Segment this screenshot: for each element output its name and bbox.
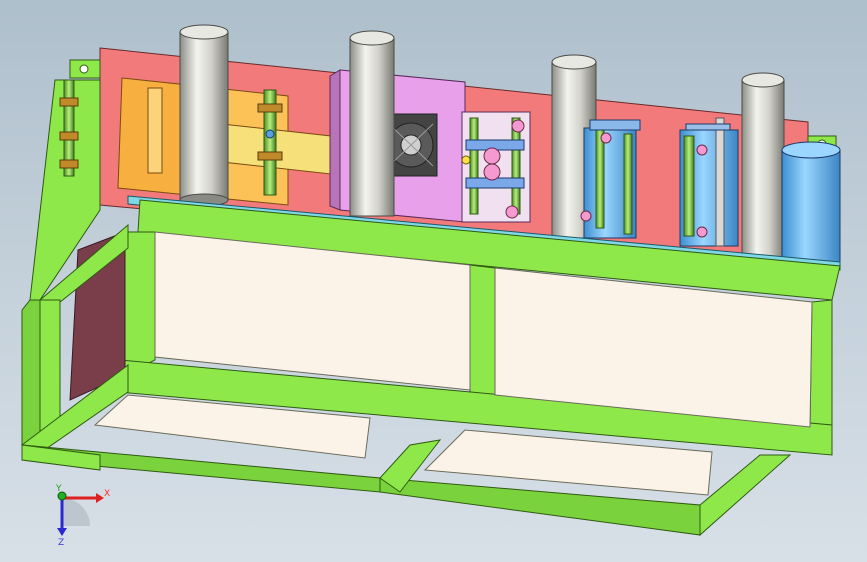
large-cylinder-right[interactable] (781, 141, 841, 263)
z-axis-label: Z (58, 538, 64, 548)
roller-mechanism[interactable] (461, 111, 531, 223)
x-axis-label: X (104, 489, 110, 499)
vertical-column-2[interactable] (349, 30, 395, 217)
cad-model-view[interactable]: X Y Z (0, 0, 867, 562)
axis-triad[interactable]: X Y Z (55, 484, 110, 548)
mounting-ear-left[interactable] (69, 59, 101, 79)
vertical-column-4[interactable] (741, 72, 785, 259)
vertical-column-1[interactable] (179, 24, 229, 207)
triad-quadrant-icon (62, 498, 90, 526)
pneumatic-cylinder-1[interactable] (580, 119, 641, 239)
cad-viewport[interactable]: X Y Z (0, 0, 867, 562)
pneumatic-cylinder-2[interactable] (679, 117, 739, 247)
y-axis-label: Y (55, 484, 62, 494)
